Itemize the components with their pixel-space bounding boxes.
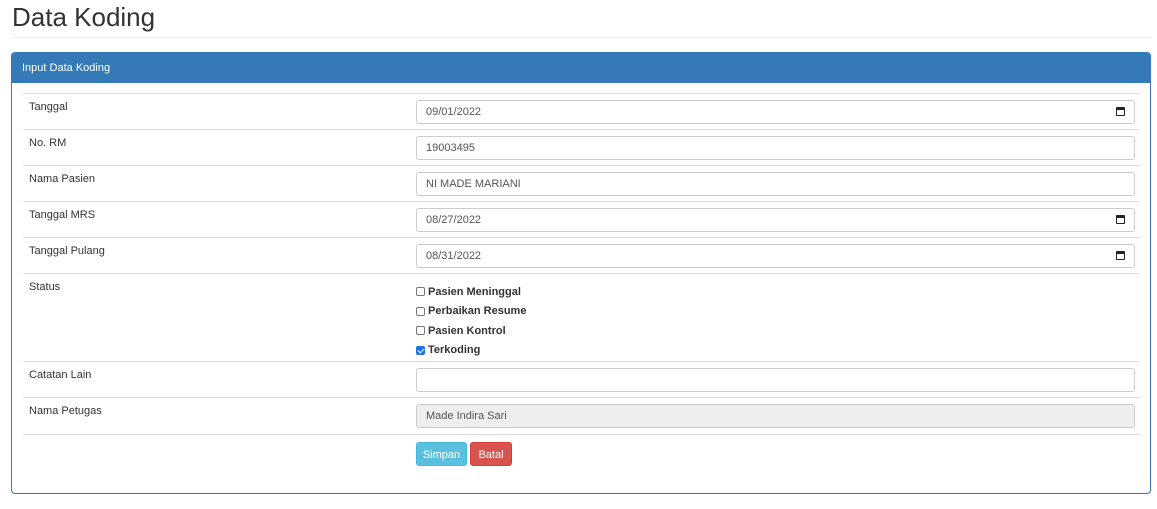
- row-actions: Simpan Batal: [23, 434, 1140, 474]
- tanggal-pulang-date-input[interactable]: 08/31/2022: [416, 244, 1135, 268]
- panel-heading: Input Data Koding: [12, 53, 1150, 83]
- catatan-lain-label: Catatan Lain: [29, 369, 92, 381]
- calendar-icon[interactable]: [1116, 251, 1125, 260]
- nama-petugas-input: Made Indira Sari: [416, 404, 1135, 428]
- row-nama-petugas: Nama Petugas Made Indira Sari: [23, 397, 1140, 434]
- tanggal-date-input[interactable]: 09/01/2022: [416, 100, 1135, 124]
- form-table: Tanggal 09/01/2022 No. RM 19003495 Nama …: [23, 93, 1140, 474]
- no-rm-value: 19003495: [426, 142, 475, 154]
- status-label: Status: [29, 281, 61, 293]
- checkbox-label[interactable]: Terkoding: [428, 344, 480, 356]
- nama-petugas-value: Made Indira Sari: [426, 410, 507, 422]
- checkbox-box-checked[interactable]: [416, 345, 425, 355]
- tanggal-pulang-label: Tanggal Pulang: [29, 245, 105, 257]
- tanggal-mrs-label: Tanggal MRS: [29, 209, 96, 221]
- calendar-icon[interactable]: [1116, 215, 1125, 224]
- input-panel: Input Data Koding Tanggal 09/01/2022 No.…: [11, 52, 1151, 494]
- checkbox-box[interactable]: [416, 326, 425, 336]
- catatan-lain-input[interactable]: [416, 368, 1135, 392]
- status-checkbox-group: Pasien Meninggal Perbaikan Resume Pasien…: [416, 282, 526, 360]
- no-rm-input[interactable]: 19003495: [416, 136, 1135, 160]
- nama-pasien-input[interactable]: NI MADE MARIANI: [416, 172, 1135, 196]
- save-button[interactable]: Simpan: [416, 442, 467, 466]
- checkbox-box[interactable]: [416, 287, 425, 297]
- nama-petugas-label: Nama Petugas: [29, 405, 102, 417]
- tanggal-pulang-value: 08/31/2022: [426, 250, 482, 262]
- checkbox-label[interactable]: Pasien Meninggal: [428, 286, 521, 298]
- calendar-icon[interactable]: [1116, 107, 1125, 116]
- cancel-button[interactable]: Batal: [470, 442, 512, 466]
- checkbox-terkoding[interactable]: Terkoding: [416, 341, 526, 361]
- checkbox-pasien-kontrol[interactable]: Pasien Kontrol: [416, 321, 526, 341]
- nama-pasien-label: Nama Pasien: [29, 173, 96, 185]
- no-rm-label: No. RM: [29, 137, 67, 149]
- row-tanggal: Tanggal 09/01/2022: [23, 93, 1140, 129]
- tanggal-mrs-date-input[interactable]: 08/27/2022: [416, 208, 1135, 232]
- checkbox-pasien-meninggal[interactable]: Pasien Meninggal: [416, 282, 526, 302]
- checkbox-label[interactable]: Pasien Kontrol: [428, 325, 506, 337]
- checkbox-box[interactable]: [416, 306, 425, 316]
- row-catatan-lain: Catatan Lain: [23, 361, 1140, 397]
- row-tanggal-mrs: Tanggal MRS 08/27/2022: [23, 201, 1140, 237]
- tanggal-value: 09/01/2022: [426, 106, 482, 118]
- nama-pasien-value: NI MADE MARIANI: [426, 178, 521, 190]
- row-status: Status Pasien Meninggal Perbaikan Resume…: [23, 273, 1140, 361]
- title-divider: [12, 37, 1152, 38]
- checkbox-perbaikan-resume[interactable]: Perbaikan Resume: [416, 302, 526, 322]
- row-no-rm: No. RM 19003495: [23, 129, 1140, 165]
- row-nama-pasien: Nama Pasien NI MADE MARIANI: [23, 165, 1140, 201]
- tanggal-label: Tanggal: [29, 101, 68, 113]
- checkbox-label[interactable]: Perbaikan Resume: [428, 305, 526, 317]
- row-tanggal-pulang: Tanggal Pulang 08/31/2022: [23, 237, 1140, 273]
- page-title: Data Koding: [12, 2, 156, 32]
- tanggal-mrs-value: 08/27/2022: [426, 214, 482, 226]
